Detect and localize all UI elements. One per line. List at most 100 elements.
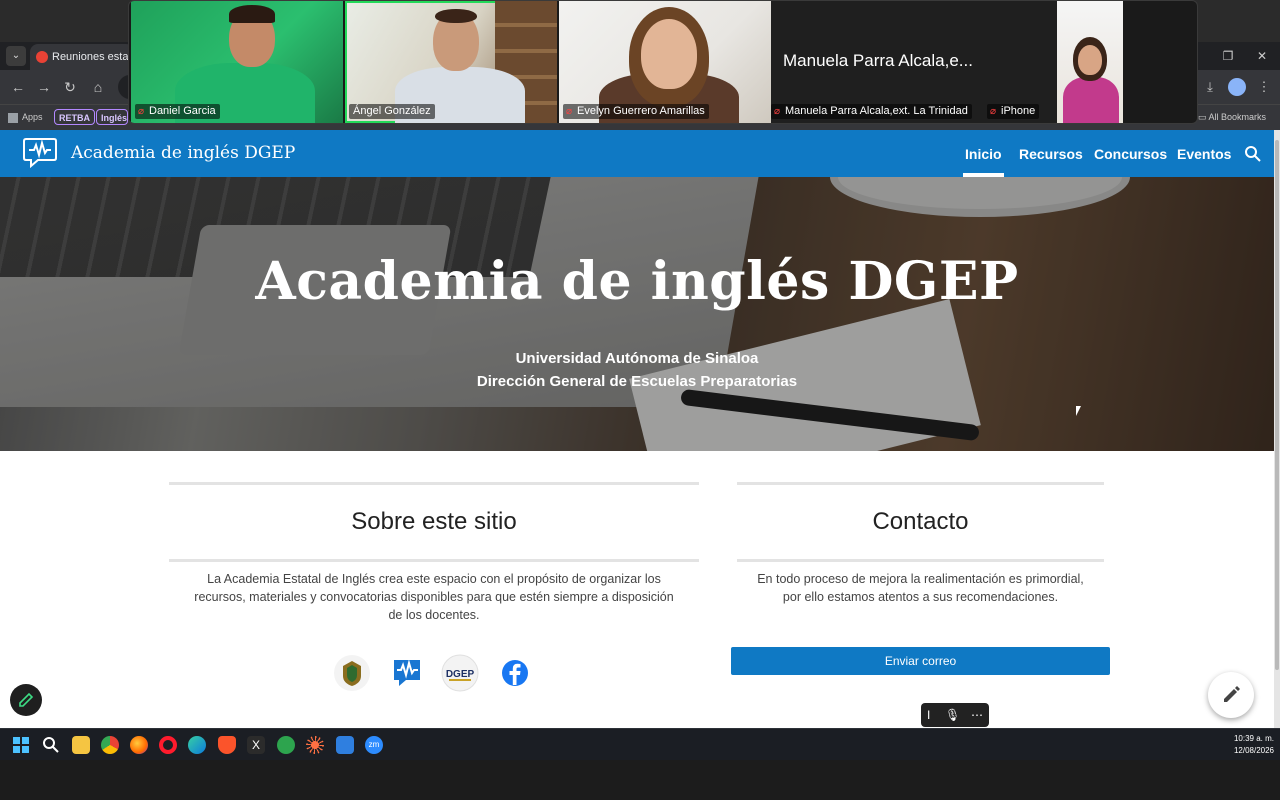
site-header: Academia de inglés DGEP Inicio Recursos … bbox=[0, 130, 1274, 177]
tab-title: Reuniones estatale bbox=[52, 51, 134, 63]
muted-mic-icon: ⌀ bbox=[566, 106, 573, 117]
apps-grid-icon bbox=[8, 112, 18, 123]
system-clock[interactable]: 10:39 a. m. 12/08/2026 bbox=[1210, 733, 1274, 757]
participant-hair bbox=[435, 9, 477, 23]
send-email-button[interactable]: Enviar correo bbox=[731, 647, 1110, 675]
close-window-icon[interactable]: ✕ bbox=[1250, 46, 1274, 66]
nav-recursos[interactable]: Recursos bbox=[1019, 146, 1083, 162]
contact-heading: Contacto bbox=[872, 508, 969, 535]
firefox-icon[interactable] bbox=[130, 736, 148, 754]
dgep-label: DGEP bbox=[446, 669, 475, 680]
academia-logo-icon[interactable] bbox=[22, 136, 58, 168]
hero-subtitle-line1: Universidad Autónoma de Sinaloa bbox=[515, 350, 759, 367]
muted-mic-icon: ⌀ bbox=[990, 106, 997, 117]
hero-banner: Academia de inglés DGEP Universidad Autó… bbox=[0, 177, 1274, 451]
bookmark-ingles[interactable]: Inglés bbox=[96, 109, 128, 125]
microphone-icon[interactable]: 🎙 bbox=[945, 703, 960, 727]
profile-avatar-icon[interactable] bbox=[1228, 78, 1246, 96]
muted-mic-icon: ⌀ bbox=[138, 106, 145, 117]
marker-icon bbox=[19, 692, 34, 707]
browser-tab[interactable]: Reuniones estatale bbox=[30, 44, 134, 70]
bookmark-retba[interactable]: RETBA bbox=[54, 109, 95, 125]
bookmark-apps-label: Apps bbox=[22, 112, 43, 122]
nav-inicio[interactable]: Inicio bbox=[963, 146, 1004, 177]
taskbar: X zm 10:39 a. m. 12/08/2026 bbox=[0, 728, 1280, 760]
participant-body bbox=[1063, 77, 1119, 123]
dgep-logo-icon[interactable]: DGEP bbox=[441, 654, 479, 692]
reload-icon[interactable]: ↻ bbox=[60, 77, 80, 97]
participant-head bbox=[1078, 45, 1102, 75]
hero-title: Academia de inglés DGEP bbox=[255, 251, 1019, 312]
participant-big-name: Manuela Parra Alcala,e... bbox=[783, 51, 973, 70]
participant-head bbox=[641, 19, 697, 89]
scrollbar-thumb[interactable] bbox=[1275, 140, 1279, 670]
back-arrow-icon[interactable]: ← bbox=[8, 77, 28, 97]
calculator-icon[interactable] bbox=[336, 736, 354, 754]
zoom-mini-toolbar: I 🎙 ⋯ bbox=[921, 703, 989, 727]
search-icon[interactable] bbox=[1244, 145, 1262, 163]
about-section: Sobre este sitio La Academia Estatal de … bbox=[169, 482, 699, 624]
home-icon[interactable]: ⌂ bbox=[88, 77, 108, 97]
uas-seal-icon[interactable] bbox=[333, 654, 371, 692]
academia-logo-icon[interactable] bbox=[388, 654, 426, 692]
nav-concursos[interactable]: Concursos bbox=[1094, 146, 1167, 162]
video-tile-camera-off[interactable]: Manuela Parra Alcala,e... ⌀ Manuela Parra… bbox=[771, 1, 1057, 123]
participant-name-text: Manuela Parra Alcala,ext. La Trinidad bbox=[785, 105, 968, 117]
browser-menu-icon[interactable]: ⋮ bbox=[1254, 77, 1274, 97]
site-title[interactable]: Academia de inglés DGEP bbox=[71, 143, 295, 163]
contact-text: En todo proceso de mejora la realimentac… bbox=[757, 572, 1084, 604]
contact-section: Contacto En todo proceso de mejora la re… bbox=[737, 482, 1104, 606]
tab-favicon-icon bbox=[36, 51, 48, 63]
sync-app-icon[interactable] bbox=[277, 736, 295, 754]
bookmark-apps[interactable]: Apps bbox=[8, 109, 43, 125]
hero-subtitle: Universidad Autónoma de Sinaloa Direcció… bbox=[0, 347, 1274, 393]
brave-icon[interactable] bbox=[218, 736, 236, 754]
tab-search-button[interactable]: ⌄ bbox=[6, 46, 26, 66]
about-heading: Sobre este sitio bbox=[351, 508, 517, 535]
hero-subtitle-line2: Dirección General de Escuelas Preparator… bbox=[476, 373, 798, 390]
video-tile[interactable] bbox=[1057, 1, 1123, 123]
claude-icon[interactable] bbox=[306, 736, 324, 754]
annotate-button[interactable] bbox=[10, 684, 42, 716]
participant-name-text: Daniel Garcia bbox=[149, 105, 216, 117]
hero-overlay bbox=[0, 177, 1274, 451]
participant-name-text: Evelyn Guerrero Amarillas bbox=[577, 105, 705, 117]
all-bookmarks-label: All Bookmarks bbox=[1208, 112, 1267, 122]
folder-icon: ▭ bbox=[1198, 112, 1209, 122]
windows-start-icon[interactable] bbox=[12, 736, 30, 754]
edit-fab-button[interactable] bbox=[1208, 672, 1254, 718]
facebook-icon[interactable] bbox=[496, 654, 534, 692]
edge-icon[interactable] bbox=[188, 736, 206, 754]
screen-bottom-margin bbox=[0, 760, 1280, 800]
about-text: La Academia Estatal de Inglés crea este … bbox=[194, 572, 674, 622]
forward-arrow-icon[interactable]: → bbox=[34, 77, 54, 97]
zoom-app-icon[interactable]: zm bbox=[365, 736, 383, 754]
page-scrollbar[interactable] bbox=[1274, 130, 1280, 728]
pencil-icon bbox=[1224, 686, 1240, 702]
video-tile[interactable]: ⌀ Daniel Garcia bbox=[131, 1, 343, 123]
participant-name: Ángel González bbox=[349, 104, 435, 119]
zoom-video-strip: ⌀ Daniel Garcia Ángel González ⌀ Evelyn Gu… bbox=[128, 0, 1198, 124]
all-bookmarks[interactable]: ▭ All Bookmarks bbox=[1198, 109, 1266, 125]
mouse-cursor-icon bbox=[1076, 406, 1081, 416]
clock-date: 12/08/2026 bbox=[1233, 746, 1274, 755]
text-cursor-icon[interactable]: I bbox=[927, 703, 930, 727]
restore-window-icon[interactable]: ❐ bbox=[1216, 46, 1240, 66]
participant-name-text: iPhone bbox=[1001, 105, 1036, 117]
download-icon[interactable]: ⤓ bbox=[1200, 77, 1220, 97]
search-icon[interactable] bbox=[42, 736, 60, 754]
muted-mic-icon: ⌀ bbox=[774, 106, 781, 117]
participant-name: ⌀ Manuela Parra Alcala,ext. La Trinidad bbox=[771, 104, 972, 119]
participant-hair bbox=[229, 5, 275, 23]
participant-name: ⌀ Evelyn Guerrero Amarillas bbox=[563, 104, 709, 119]
clock-time: 10:39 a. m. bbox=[1233, 734, 1274, 743]
more-options-icon[interactable]: ⋯ bbox=[971, 703, 983, 727]
opera-icon[interactable] bbox=[159, 736, 177, 754]
video-tile[interactable]: ⌀ Evelyn Guerrero Amarillas bbox=[559, 1, 771, 123]
video-tile-active-speaker[interactable]: Ángel González bbox=[345, 1, 557, 123]
file-explorer-icon[interactable] bbox=[72, 736, 90, 754]
nav-eventos[interactable]: Eventos bbox=[1177, 146, 1231, 162]
x-app-icon[interactable]: X bbox=[247, 736, 265, 754]
participant-name: ⌀ Daniel Garcia bbox=[135, 104, 220, 119]
chrome-icon[interactable] bbox=[101, 736, 119, 754]
